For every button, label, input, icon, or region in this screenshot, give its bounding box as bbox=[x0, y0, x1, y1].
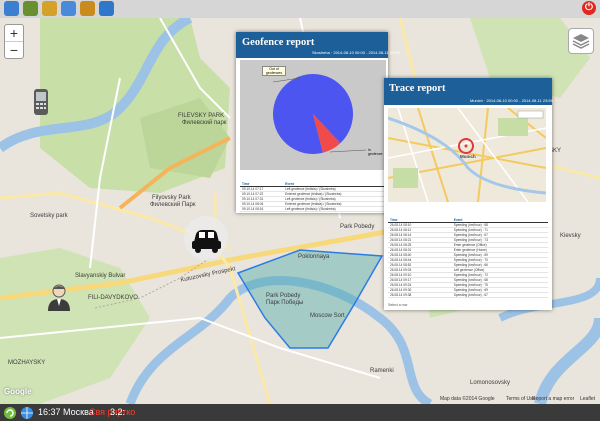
zoom-in-button[interactable]: + bbox=[5, 25, 23, 42]
map-label: Филевский парк bbox=[182, 120, 227, 126]
geofence-polygon bbox=[236, 249, 384, 349]
refresh-icon[interactable] bbox=[3, 406, 17, 420]
geofence-report-window[interactable]: Geofence report Skosheba · 2014-08-10 00… bbox=[236, 32, 400, 213]
person-marker[interactable] bbox=[46, 282, 72, 312]
map-label: Kievsky bbox=[560, 233, 581, 239]
geofence-header-info: Skosheba · 2014-08-10 00:00 - 2014-08-11… bbox=[312, 50, 400, 55]
layers-icon bbox=[572, 34, 590, 49]
map-label: MOZHAYSKY bbox=[8, 360, 46, 366]
geofence-table: Time Event 09.10.14 07:17 Left geofence (fe… bbox=[240, 182, 386, 212]
home-icon[interactable] bbox=[4, 1, 19, 16]
trace-map[interactable]: Munich bbox=[388, 108, 546, 202]
map-label: Park Pobedy bbox=[266, 293, 301, 299]
map-label: Sovetsky park bbox=[30, 213, 68, 219]
pie-label-out: Out of geofences bbox=[262, 66, 286, 76]
map-attribution: Map data ©2014 Google bbox=[440, 396, 495, 402]
settings-icon[interactable] bbox=[80, 1, 95, 16]
route-icon[interactable] bbox=[42, 1, 57, 16]
users-icon[interactable] bbox=[23, 1, 38, 16]
map-label: Moscow Sort bbox=[310, 313, 345, 319]
trace-map-city-label: Munich bbox=[460, 154, 476, 159]
table-cell: Left geofence (fedisia) / (Skosheba) bbox=[283, 206, 386, 212]
trace-footer: Select a row bbox=[388, 303, 408, 307]
map-label: FILEVSKY PARK bbox=[178, 113, 225, 119]
map-label: Poklonnaya bbox=[298, 254, 330, 260]
map-label: FILI-DAVYDKOVO bbox=[88, 295, 138, 301]
power-icon[interactable]: ⏻ bbox=[582, 1, 596, 15]
car-icon bbox=[192, 230, 221, 253]
phone-icon bbox=[34, 89, 48, 115]
leaflet-link[interactable]: Leaflet bbox=[580, 396, 595, 402]
report-error-link[interactable]: Report a map error bbox=[532, 396, 574, 402]
map-label: Lomonosovsky bbox=[470, 380, 511, 386]
layers-button[interactable] bbox=[568, 28, 594, 54]
help-icon[interactable] bbox=[99, 1, 114, 16]
pie-chart-svg bbox=[272, 74, 367, 154]
map-label: Filyovsky Park bbox=[152, 195, 191, 201]
table-cell: 26.08.14 09:38 bbox=[388, 292, 452, 298]
pie-leader-line bbox=[329, 149, 367, 153]
status-suffix: 3.2: bbox=[110, 407, 126, 417]
table-row[interactable]: 26.08.14 09:38 Speeding (km/hour) : 67 bbox=[388, 292, 548, 298]
map-label: Park Pobedy bbox=[340, 224, 375, 230]
table-cell: Speeding (km/hour) : 67 bbox=[451, 292, 548, 298]
zoom-control: + − bbox=[4, 24, 24, 59]
car-marker[interactable] bbox=[184, 216, 228, 260]
zoom-out-button[interactable]: − bbox=[5, 42, 23, 58]
trace-report-window[interactable]: Trace report Munich · 2014-08-10 00:00 -… bbox=[384, 78, 553, 310]
map-label: Филевский Парк bbox=[150, 202, 196, 208]
map-label: Парк Победы bbox=[266, 300, 304, 306]
globe-icon[interactable] bbox=[20, 406, 34, 420]
map-label: Ramenki bbox=[370, 368, 394, 374]
person-icon bbox=[48, 284, 70, 311]
geofence-pie-chart: Out of geofences In geofence bbox=[240, 60, 386, 170]
status-bar: 16:37 Москва Свя ряртко 3.2: bbox=[0, 404, 600, 421]
top-toolbar: ⏻ bbox=[0, 0, 600, 19]
geofence-report-title: Geofence report bbox=[242, 37, 315, 48]
status-time-city: 16:37 Москва bbox=[38, 407, 94, 417]
google-logo: Google bbox=[4, 387, 32, 396]
trace-report-title: Trace report bbox=[389, 83, 446, 94]
phone-marker[interactable] bbox=[32, 88, 50, 116]
map-label: Slavyanskiy Bulvar bbox=[75, 273, 126, 279]
document-icon[interactable] bbox=[61, 1, 76, 16]
table-row[interactable]: 09.10.14 08:16 Left geofence (fedisia) / … bbox=[240, 206, 386, 212]
trace-header-info: Munich · 2014-08-10 00:00 - 2014-08-11 2… bbox=[470, 98, 553, 103]
trace-table: Time Event 26.08.14 08:10 Speeding (km/hour… bbox=[388, 218, 548, 298]
table-cell: 09.10.14 08:16 bbox=[240, 206, 284, 212]
